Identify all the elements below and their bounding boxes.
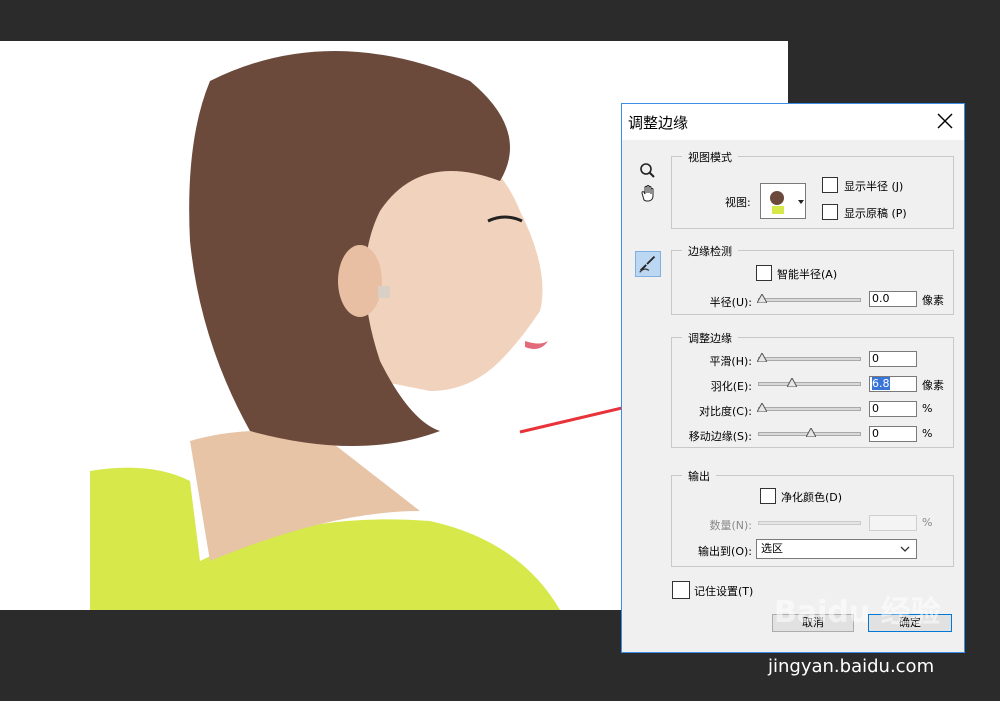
radius-unit: 像素 — [922, 294, 944, 307]
amount-input — [869, 515, 917, 531]
show-original-label: 显示原稿 (P) — [844, 207, 907, 220]
output-legend: 输出 — [682, 468, 716, 484]
refine-edge-dialog: 调整边缘 视图模式 视图: 显示半径 (J) 显示原稿 (P) 边缘检测 智能半… — [621, 103, 965, 653]
shift-edge-slider-thumb[interactable] — [806, 428, 816, 437]
adjust-edge-group: 调整边缘 平滑(H): 0 羽化(E): 6.8 像素 对比度(C): 0 % … — [671, 330, 954, 448]
radius-slider-thumb[interactable] — [757, 294, 767, 303]
shift-edge-label: 移动边缘(S): — [688, 430, 752, 443]
smart-radius-checkbox[interactable] — [756, 265, 772, 281]
shift-edge-slider[interactable] — [758, 428, 861, 437]
hand-tool-icon[interactable] — [637, 182, 659, 204]
amount-label: 数量(N): — [709, 519, 752, 532]
close-icon[interactable] — [934, 110, 956, 132]
watermark-brand: Baidu 经验 — [774, 595, 941, 630]
remember-settings-label: 记住设置(T) — [694, 585, 754, 598]
edge-detection-legend: 边缘检测 — [682, 243, 738, 259]
contrast-input[interactable]: 0 — [869, 401, 917, 417]
edge-detection-group: 边缘检测 智能半径(A) 半径(U): 0.0 像素 — [671, 243, 954, 315]
adjust-edge-legend: 调整边缘 — [682, 330, 738, 346]
feather-slider[interactable] — [758, 378, 861, 387]
smooth-slider-thumb[interactable] — [757, 353, 767, 362]
show-radius-label: 显示半径 (J) — [844, 180, 904, 193]
view-mode-group: 视图模式 视图: 显示半径 (J) 显示原稿 (P) — [671, 149, 954, 229]
refine-radius-brush-icon[interactable] — [635, 251, 661, 277]
output-to-select[interactable]: 选区 — [756, 539, 917, 559]
smart-radius-label: 智能半径(A) — [777, 268, 838, 281]
radius-input[interactable]: 0.0 — [869, 291, 917, 307]
shift-edge-unit: % — [922, 427, 933, 440]
contrast-slider-thumb[interactable] — [757, 403, 767, 412]
amount-slider — [758, 521, 861, 525]
zoom-tool-icon[interactable] — [637, 160, 659, 182]
radius-label: 半径(U): — [709, 296, 752, 309]
view-thumbnail-icon — [761, 184, 804, 218]
smooth-label: 平滑(H): — [709, 355, 752, 368]
watermark-url: jingyan.baidu.com — [768, 656, 935, 677]
contrast-slider[interactable] — [757, 403, 861, 412]
decontaminate-label: 净化颜色(D) — [781, 491, 843, 504]
show-radius-checkbox[interactable] — [822, 177, 838, 193]
feather-slider-thumb[interactable] — [787, 378, 797, 387]
feather-label: 羽化(E): — [710, 380, 752, 393]
chevron-down-icon — [900, 546, 910, 552]
output-group: 输出 净化颜色(D) 数量(N): % 输出到(O): 选区 — [671, 468, 954, 567]
smooth-input[interactable]: 0 — [869, 351, 917, 367]
output-to-value: 选区 — [761, 542, 783, 555]
amount-unit: % — [922, 516, 933, 529]
remember-settings-checkbox[interactable] — [672, 581, 690, 599]
contrast-unit: % — [922, 402, 933, 415]
view-label: 视图: — [725, 196, 751, 209]
contrast-label: 对比度(C): — [699, 405, 752, 418]
feather-input-value: 6.8 — [872, 377, 890, 390]
show-original-checkbox[interactable] — [822, 204, 838, 220]
feather-input[interactable]: 6.8 — [869, 376, 917, 392]
view-mode-legend: 视图模式 — [682, 149, 738, 165]
view-thumbnail-dropdown[interactable] — [760, 183, 806, 219]
feather-unit: 像素 — [922, 379, 944, 392]
smooth-slider[interactable] — [757, 353, 861, 362]
dialog-titlebar: 调整边缘 — [622, 104, 964, 140]
shift-edge-input[interactable]: 0 — [869, 426, 917, 442]
output-to-label: 输出到(O): — [698, 545, 752, 558]
radius-slider[interactable] — [757, 294, 861, 303]
dialog-title: 调整边缘 — [628, 114, 689, 132]
decontaminate-checkbox[interactable] — [760, 488, 776, 504]
